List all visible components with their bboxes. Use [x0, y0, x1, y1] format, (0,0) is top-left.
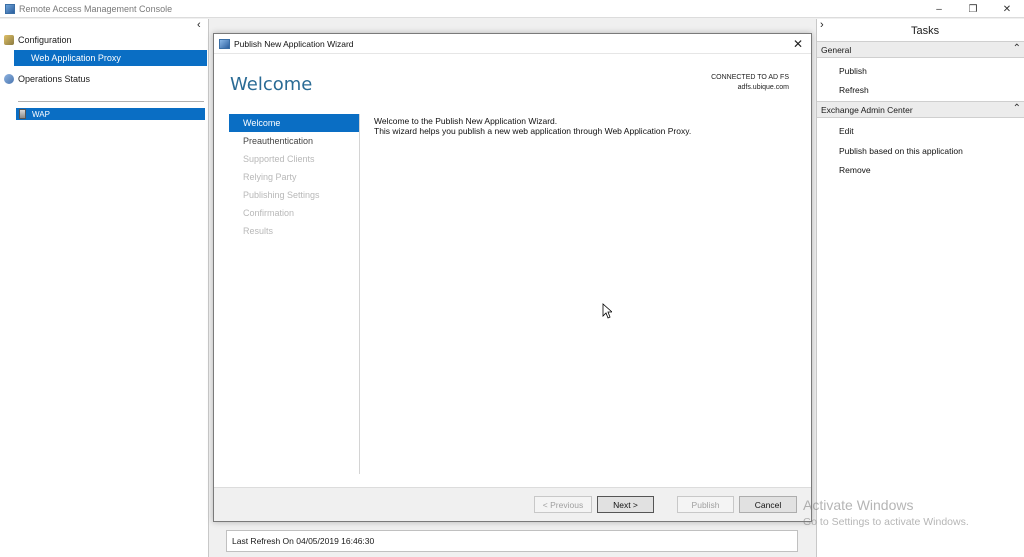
activation-watermark-text: Go to Settings to activate Windows.	[803, 516, 969, 528]
step-relying-party: Relying Party	[243, 172, 297, 182]
wizard-body: Welcome to the Publish New Application W…	[374, 116, 691, 136]
step-results: Results	[243, 226, 274, 236]
section-general-label: General	[821, 44, 852, 55]
step-confirmation: Confirmation	[243, 208, 295, 218]
server-name: WAP	[32, 109, 50, 119]
app-icon	[5, 3, 15, 14]
chevron-up-icon[interactable]: ⌃	[1013, 43, 1021, 54]
wizard-icon	[219, 38, 230, 49]
tree-item-wap-label: Web Application Proxy	[31, 53, 121, 63]
section-general-header[interactable]: General ⌃	[817, 41, 1024, 58]
collapse-right-pane-icon[interactable]: ›	[820, 19, 824, 31]
navigation-pane: ‹ Configuration Web Application Proxy Op…	[0, 19, 209, 557]
publish-wizard-dialog: Publish New Application Wizard ✕ Welcome…	[213, 33, 812, 522]
tree-item-web-application-proxy[interactable]: Web Application Proxy	[14, 50, 207, 66]
mouse-cursor-icon	[602, 303, 612, 319]
window-titlebar: Remote Access Management Console – ❐ ✕	[0, 0, 1024, 18]
window-title: Remote Access Management Console	[19, 3, 173, 14]
tree-item-operations-status[interactable]: Operations Status	[4, 71, 90, 87]
welcome-line-1: Welcome to the Publish New Application W…	[374, 116, 558, 126]
dialog-titlebar[interactable]: Publish New Application Wizard ✕	[214, 34, 811, 54]
tree-item-operations-status-label: Operations Status	[18, 74, 91, 84]
next-button[interactable]: Next >	[597, 496, 654, 513]
server-icon	[19, 109, 26, 119]
welcome-line-2: This wizard helps you publish a new web …	[374, 126, 692, 136]
connected-host: adfs.ubique.com	[737, 84, 789, 91]
task-refresh[interactable]: Refresh	[839, 85, 869, 95]
dialog-footer: < Previous Next > Publish Cancel	[214, 487, 811, 521]
task-edit[interactable]: Edit	[839, 126, 854, 136]
step-welcome[interactable]: Welcome	[229, 114, 359, 132]
step-supported-clients: Supported Clients	[243, 154, 315, 164]
minimize-button[interactable]: –	[922, 0, 956, 18]
publish-button[interactable]: Publish	[677, 496, 734, 513]
tree-item-configuration-label: Configuration	[18, 35, 72, 45]
configuration-icon	[4, 35, 14, 45]
task-remove[interactable]: Remove	[839, 165, 871, 175]
step-publishing-settings: Publishing Settings	[243, 190, 320, 200]
server-list-item[interactable]: WAP	[16, 108, 205, 120]
cancel-button[interactable]: Cancel	[739, 496, 797, 513]
restore-button[interactable]: ❐	[956, 0, 990, 18]
divider	[18, 101, 204, 102]
previous-button[interactable]: < Previous	[534, 496, 592, 513]
activation-watermark-title: Activate Windows	[803, 497, 914, 513]
tasks-pane: › Tasks General ⌃ Publish Refresh Exchan…	[816, 19, 1024, 557]
dialog-title: Publish New Application Wizard	[234, 38, 354, 49]
tasks-title: Tasks	[911, 25, 940, 37]
connected-label: CONNECTED TO AD FS	[711, 74, 789, 81]
dialog-close-icon[interactable]: ✕	[793, 37, 803, 51]
step-preauthentication[interactable]: Preauthentication	[229, 132, 359, 150]
section-exchange-header[interactable]: Exchange Admin Center ⌃	[817, 101, 1024, 118]
task-publish[interactable]: Publish	[839, 66, 867, 76]
connection-info: CONNECTED TO AD FS adfs.ubique.com	[711, 73, 789, 93]
collapse-left-pane-icon[interactable]: ‹	[197, 19, 201, 31]
task-publish-based-on-application[interactable]: Publish based on this application	[839, 146, 963, 156]
chevron-up-icon[interactable]: ⌃	[1013, 103, 1021, 114]
wizard-steps: Welcome Preauthentication Supported Clie…	[229, 114, 359, 240]
steps-divider	[359, 114, 360, 474]
operations-status-icon	[4, 74, 14, 84]
close-window-button[interactable]: ✕	[990, 0, 1024, 18]
wizard-page-heading: Welcome	[230, 74, 313, 95]
tree-item-configuration[interactable]: Configuration	[4, 32, 72, 48]
status-bar: Last Refresh On 04/05/2019 16:46:30	[226, 530, 798, 552]
section-exchange-label: Exchange Admin Center	[821, 104, 913, 115]
last-refresh-text: Last Refresh On 04/05/2019 16:46:30	[232, 536, 375, 546]
